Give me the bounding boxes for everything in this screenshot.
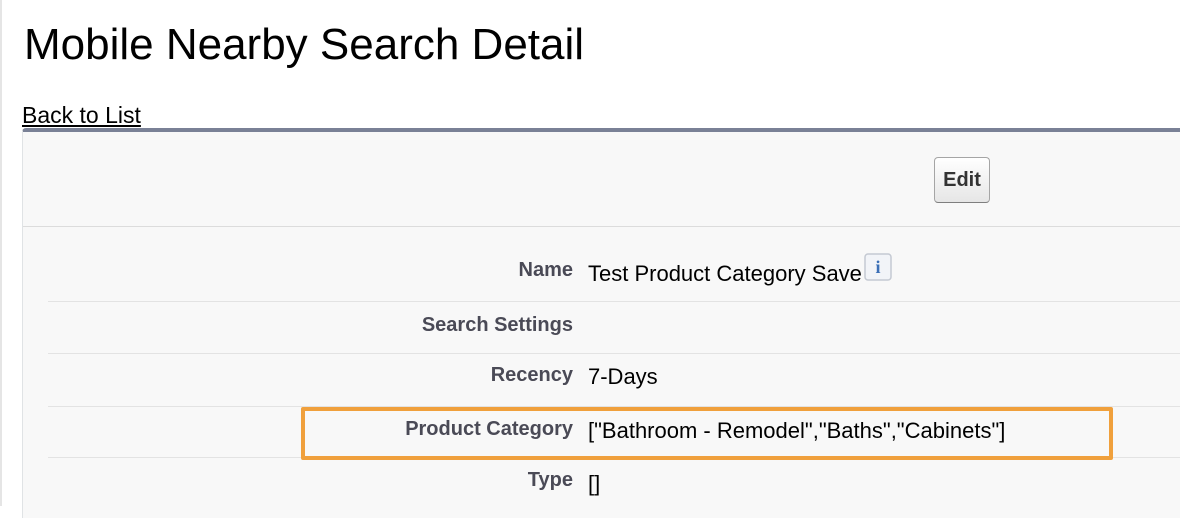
field-value-name: Test Product Category Save i <box>588 253 892 287</box>
field-row-name: Name Test Product Category Save i <box>48 249 1180 302</box>
field-value-type: [] <box>588 471 601 496</box>
name-value-text: Test Product Category Save <box>588 261 862 286</box>
svg-text:i: i <box>875 257 880 277</box>
page-title: Mobile Nearby Search Detail <box>24 20 585 69</box>
field-row-recency: Recency 7-Days <box>48 354 1180 407</box>
info-icon[interactable]: i <box>864 253 892 281</box>
field-value-recency: 7-Days <box>588 364 658 389</box>
edit-button[interactable]: Edit <box>934 157 990 203</box>
button-row: Edit <box>23 132 1180 227</box>
field-row-product-category: Product Category ["Bathroom - Remodel","… <box>48 407 1180 458</box>
detail-panel: Edit Name Test Product Category Save i S… <box>22 128 1180 518</box>
field-label-recency: Recency <box>490 364 573 386</box>
field-label-name: Name <box>518 259 573 281</box>
field-row-search-settings: Search Settings <box>48 302 1180 354</box>
field-label-search-settings: Search Settings <box>421 314 573 336</box>
field-row-type: Type [] <box>48 458 1180 508</box>
back-to-list-link[interactable]: Back to List <box>22 101 141 129</box>
field-label-type: Type <box>527 469 573 491</box>
field-label-product-category: Product Category <box>405 418 573 440</box>
window-left-edge <box>0 0 2 506</box>
field-value-product-category: ["Bathroom - Remodel","Baths","Cabinets"… <box>588 418 1006 443</box>
